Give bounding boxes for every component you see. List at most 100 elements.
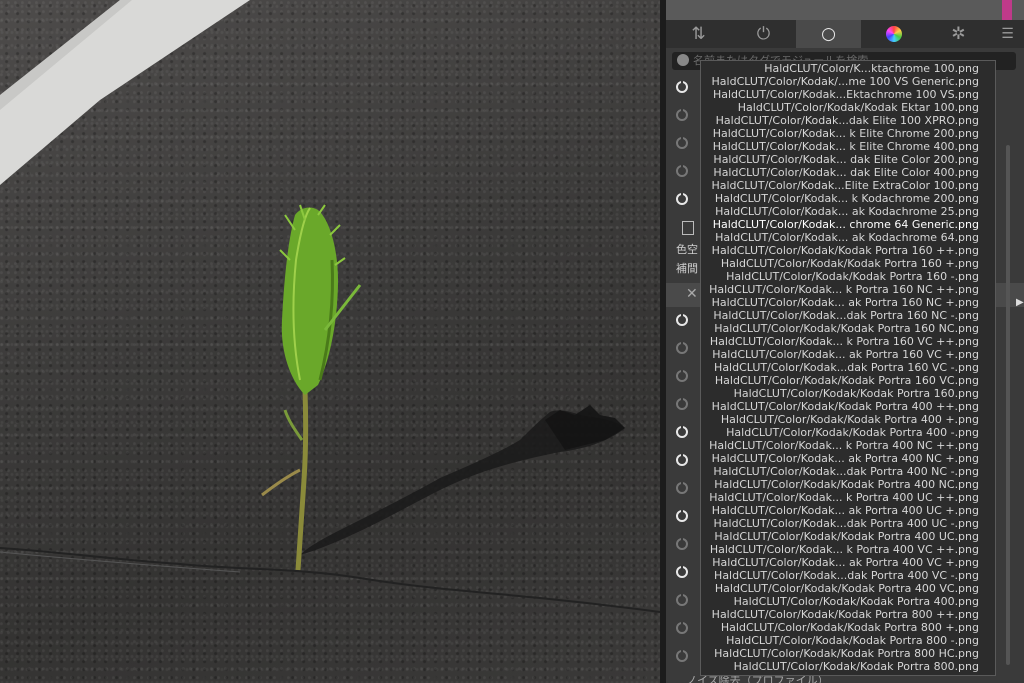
dropdown-option[interactable]: HaldCLUT/Color/Kodak... ak Portra 400 UC… (701, 504, 995, 517)
power-toggle-icon[interactable] (676, 313, 688, 326)
image-canvas[interactable] (0, 0, 660, 683)
dropdown-option[interactable]: HaldCLUT/Color/Kodak... ak Kodachrome 64… (701, 231, 995, 244)
power-toggle-icon[interactable] (676, 481, 688, 494)
dropdown-option[interactable]: HaldCLUT/Color/Kodak/Kodak Portra 400 VC… (701, 582, 995, 595)
dropdown-option[interactable]: HaldCLUT/Color/Kodak/Kodak Portra 400 +.… (701, 413, 995, 426)
dropdown-option[interactable]: HaldCLUT/Color/Kodak... ak Portra 160 VC… (701, 348, 995, 361)
power-toggle-icon[interactable] (676, 136, 688, 149)
power-toggle-icon[interactable] (676, 593, 688, 606)
power-toggle-icon[interactable] (676, 164, 688, 177)
lut-file-icon[interactable] (682, 221, 694, 235)
dropdown-option[interactable]: HaldCLUT/Color/Kodak/Kodak Portra 160.pn… (701, 387, 995, 400)
module-row[interactable] (666, 536, 702, 554)
module-row[interactable] (666, 508, 702, 526)
dropdown-option[interactable]: HaldCLUT/Color/Kodak... dak Elite Color … (701, 166, 995, 179)
tab-color[interactable] (861, 20, 926, 48)
dropdown-option[interactable]: HaldCLUT/Color/Kodak... ak Portra 400 VC… (701, 556, 995, 569)
power-toggle-icon[interactable] (676, 108, 688, 121)
dropdown-option[interactable]: HaldCLUT/Color/Kodak/Kodak Portra 160 NC… (701, 322, 995, 335)
dropdown-option[interactable]: HaldCLUT/Color/Kodak/Kodak Ektar 100.png (701, 101, 995, 114)
dropdown-option[interactable]: HaldCLUT/Color/Kodak/Kodak Portra 800 -.… (701, 634, 995, 647)
power-toggle-icon[interactable] (676, 397, 688, 410)
color-wheel-icon (885, 26, 902, 42)
module-row[interactable] (666, 648, 702, 666)
power-toggle-icon[interactable] (676, 453, 688, 466)
dropdown-option[interactable]: HaldCLUT/Color/Kodak...Elite ExtraColor … (701, 179, 995, 192)
dropdown-option[interactable]: HaldCLUT/Color/Kodak...dak Portra 160 NC… (701, 309, 995, 322)
dropdown-option[interactable]: HaldCLUT/Color/Kodak...Ektachrome 100 VS… (701, 88, 995, 101)
power-toggle-icon[interactable] (676, 369, 688, 382)
dropdown-option[interactable]: HaldCLUT/Color/Kodak/Kodak Portra 400 UC… (701, 530, 995, 543)
dropdown-option[interactable]: HaldCLUT/Color/Kodak... k Portra 400 UC … (701, 491, 995, 504)
lut-file-list: HaldCLUT/Color/K...ktachrome 100.png Hald… (701, 61, 995, 673)
dropdown-option[interactable]: HaldCLUT/Color/Kodak... k Portra 400 VC … (701, 543, 995, 556)
module-row[interactable] (666, 135, 702, 153)
power-toggle-icon[interactable] (676, 80, 688, 93)
module-row[interactable] (666, 620, 702, 638)
tabs-menu-button[interactable]: ☰ (991, 20, 1024, 48)
plant-stem (295, 389, 309, 571)
power-toggle-icon[interactable] (676, 425, 688, 438)
module-row[interactable] (666, 592, 702, 610)
module-row[interactable] (666, 340, 702, 358)
dropdown-option[interactable]: HaldCLUT/Color/Kodak/Kodak Portra 400.pn… (701, 595, 995, 608)
module-group-tabs: ⇅ ⏻ ○ ✲ ☰ (666, 20, 1024, 48)
dropdown-option[interactable]: HaldCLUT/Color/Kodak... k Elite Chrome 4… (701, 140, 995, 153)
dropdown-option[interactable]: HaldCLUT/Color/Kodak/Kodak Portra 400 NC… (701, 478, 995, 491)
power-toggle-icon[interactable] (676, 621, 688, 634)
tab-base[interactable]: ○ (796, 20, 861, 48)
power-toggle-icon[interactable] (676, 192, 688, 205)
dropdown-option[interactable]: HaldCLUT/Color/Kodak/Kodak Portra 800 ++… (701, 608, 995, 621)
module-row[interactable] (666, 79, 702, 97)
tab-active-modules[interactable]: ⏻ (731, 20, 796, 48)
dropdown-option[interactable]: HaldCLUT/Color/Kodak/Kodak Portra 800.pn… (701, 660, 995, 673)
dropdown-option[interactable]: HaldCLUT/Color/Kodak... dak Elite Color … (701, 153, 995, 166)
dropdown-option[interactable]: HaldCLUT/Color/Kodak... ak Portra 400 NC… (701, 452, 995, 465)
module-row[interactable] (666, 452, 702, 470)
crack-line (0, 547, 660, 613)
power-toggle-icon[interactable] (676, 537, 688, 550)
dropdown-option[interactable]: HaldCLUT/Color/Kodak... ak Kodachrome 25… (701, 205, 995, 218)
power-toggle-icon[interactable] (676, 565, 688, 578)
dropdown-option[interactable]: HaldCLUT/Color/Kodak/Kodak Portra 800 +.… (701, 621, 995, 634)
tab-sliders[interactable]: ⇅ (666, 20, 731, 48)
dropdown-option[interactable]: HaldCLUT/Color/Kodak/Kodak Portra 400 -.… (701, 426, 995, 439)
dropdown-option[interactable]: HaldCLUT/Color/Kodak...dak Portra 160 VC… (701, 361, 995, 374)
dropdown-option[interactable]: HaldCLUT/Color/Kodak... k Portra 160 NC … (701, 283, 995, 296)
dropdown-option[interactable]: HaldCLUT/Color/Kodak... chrome 64 Generi… (701, 218, 995, 231)
dropdown-option[interactable]: HaldCLUT/Color/Kodak... k Portra 160 VC … (701, 335, 995, 348)
dropdown-option[interactable]: HaldCLUT/Color/K...ktachrome 100.png (701, 62, 995, 75)
panel-scrollbar[interactable] (1006, 145, 1010, 665)
dropdown-option[interactable]: HaldCLUT/Color/Kodak/Kodak Portra 400 ++… (701, 400, 995, 413)
dropdown-option[interactable]: HaldCLUT/Color/Kodak...dak Portra 400 UC… (701, 517, 995, 530)
dropdown-option[interactable]: HaldCLUT/Color/Kodak/Kodak Portra 160 +.… (701, 257, 995, 270)
lut-file-dropdown[interactable]: HaldCLUT/Color/K...ktachrome 100.png Hald… (700, 60, 996, 676)
dropdown-option[interactable]: HaldCLUT/Color/Kodak/Kodak Portra 160 ++… (701, 244, 995, 257)
dropdown-option[interactable]: HaldCLUT/Color/Kodak/Kodak Portra 160 -.… (701, 270, 995, 283)
dropdown-option[interactable]: HaldCLUT/Color/Kodak...dak Portra 400 VC… (701, 569, 995, 582)
module-row[interactable] (666, 107, 702, 125)
module-row[interactable] (666, 191, 702, 209)
dropdown-option[interactable]: HaldCLUT/Color/Kodak... k Kodachrome 200… (701, 192, 995, 205)
dropdown-option[interactable]: HaldCLUT/Color/Kodak...dak Elite 100 XPR… (701, 114, 995, 127)
dropdown-option[interactable]: HaldCLUT/Color/Kodak/Kodak Portra 160 VC… (701, 374, 995, 387)
dropdown-option[interactable]: HaldCLUT/Color/Kodak/Kodak Portra 800 HC… (701, 647, 995, 660)
module-row[interactable] (666, 368, 702, 386)
dropdown-option[interactable]: HaldCLUT/Color/Kodak/...me 100 VS Generi… (701, 75, 995, 88)
power-toggle-icon[interactable] (676, 649, 688, 662)
dropdown-option[interactable]: HaldCLUT/Color/Kodak... k Portra 400 NC … (701, 439, 995, 452)
close-icon[interactable]: ✕ (686, 286, 698, 302)
dropdown-option[interactable]: HaldCLUT/Color/Kodak...dak Portra 400 NC… (701, 465, 995, 478)
module-row[interactable] (666, 480, 702, 498)
module-row[interactable] (666, 396, 702, 414)
dropdown-option[interactable]: HaldCLUT/Color/Kodak... ak Portra 160 NC… (701, 296, 995, 309)
tab-effects[interactable]: ✲ (926, 20, 991, 48)
power-toggle-icon[interactable] (676, 509, 688, 522)
dropdown-option[interactable]: HaldCLUT/Color/Kodak... k Elite Chrome 2… (701, 127, 995, 140)
module-row[interactable] (666, 312, 702, 330)
module-row[interactable] (666, 564, 702, 582)
collapse-panel-arrow-icon[interactable]: ▶ (1016, 297, 1024, 308)
power-toggle-icon[interactable] (676, 341, 688, 354)
module-row[interactable] (666, 424, 702, 442)
module-row[interactable] (666, 163, 702, 181)
